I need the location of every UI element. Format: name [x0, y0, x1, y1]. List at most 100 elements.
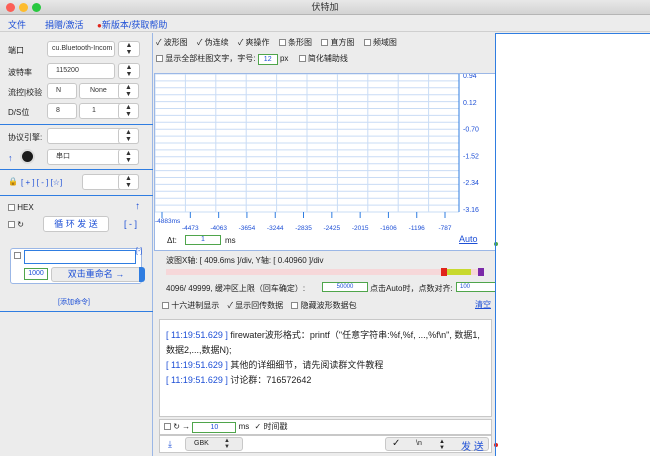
x-tick-label: -1606 — [380, 225, 397, 232]
serial-status-icon[interactable] — [20, 149, 35, 164]
hex-display-option[interactable]: 十六进制显示 — [162, 301, 219, 310]
clear-button[interactable]: 清空 — [475, 299, 491, 310]
protocol-stepper[interactable]: ▲ ▼ — [118, 128, 139, 144]
lock-icon[interactable]: 🔒 — [8, 177, 18, 186]
mode-pseudo-continuous[interactable]: ✓ 伪连续 — [197, 38, 229, 47]
loop-checkbox[interactable]: ↻ — [8, 220, 24, 229]
timed-send-checkbox[interactable] — [164, 423, 171, 431]
mode-waveform[interactable]: ✓ 波形图 — [156, 38, 188, 47]
parity-stepper[interactable]: ▲ ▼ — [118, 83, 139, 99]
title-bar: 伏特加 — [0, 0, 650, 15]
log-entry: [ 11:19:51.629 ] 其他的详细细节，请先阅读群文件教程 — [166, 360, 384, 370]
serial-stepper[interactable]: ▲ ▼ — [118, 149, 139, 165]
menu-donate[interactable]: 捐赠/激活 — [45, 18, 84, 31]
period-input[interactable]: 1000 — [24, 268, 48, 280]
x-tick-label: -3244 — [267, 225, 284, 232]
display-options: 显示全部柱图文字，字号: 12 px 简化辅助线 — [156, 53, 348, 65]
remove-command-button[interactable]: [ - ] — [124, 219, 137, 229]
command-checkbox[interactable] — [14, 252, 21, 259]
mode-easy[interactable]: ✓ 爽操作 — [238, 38, 270, 47]
encoding-stepper[interactable]: ▲ ▼ — [224, 438, 230, 450]
font-size-input[interactable]: 12 — [257, 54, 278, 65]
auto-align-input[interactable]: 100 — [456, 282, 496, 292]
ds-label: D/S位 — [8, 108, 30, 117]
rename-send-button[interactable]: 双击重命名 → — [51, 267, 141, 282]
baud-input[interactable]: 115200 — [47, 63, 115, 79]
loop-send-button[interactable]: 循 环 发 送 — [43, 216, 109, 232]
y-tick-label: 0.12 — [463, 100, 477, 107]
stop-bits-stepper[interactable]: ▲ ▼ — [118, 103, 139, 119]
buffer-end-marker[interactable] — [478, 268, 484, 276]
buffer-input[interactable]: 50000 — [322, 282, 368, 292]
baud-stepper[interactable]: ▲ ▼ — [118, 63, 140, 79]
menu-update[interactable]: ●新版本/获取帮助 — [97, 18, 167, 31]
delta-t-input[interactable]: 1 — [185, 235, 221, 245]
x-tick-label: -2425 — [324, 225, 341, 232]
encoding-select[interactable]: GBK — [185, 437, 243, 451]
mode-bar[interactable]: 条形图 — [278, 38, 312, 47]
minimize-window-button[interactable] — [19, 3, 28, 12]
hex-checkbox[interactable] — [8, 204, 15, 212]
send-controls: ✓ \n ▲ ▼ 发 送 — [385, 437, 489, 453]
echo-option[interactable]: ✓ 显示回传数据 — [227, 301, 283, 310]
log-output[interactable]: [ 11:19:51.629 ] firewater波形格式：printf（"任… — [159, 319, 492, 417]
log-options: 十六进制显示 ✓ 显示回传数据 隐藏波形数据包 — [162, 300, 357, 311]
hide-packet-option[interactable]: 隐藏波形数据包 — [291, 301, 357, 310]
port-label: 端口 — [8, 46, 24, 55]
flow-label: 流控|校验 — [8, 88, 43, 97]
command-remove-button[interactable]: [-] — [136, 248, 142, 255]
show-bar-text-checkbox[interactable] — [156, 55, 163, 63]
waveform-svg: 0.94 0.12 -0.70 -1.52 -2.34 -3.16 -4883ms-447… — [154, 73, 479, 232]
auto-button[interactable]: Auto — [459, 234, 478, 244]
command-buttons[interactable]: [ + ] [ - ] [☆] — [21, 178, 62, 187]
port-stepper[interactable]: ▲ ▼ — [118, 41, 140, 57]
refresh-icon: ↻ — [173, 422, 180, 431]
x-tick-label: -1196 — [409, 225, 426, 232]
mode-frequency[interactable]: 频域图 — [363, 38, 397, 47]
mode-options: ✓ 波形图 ✓ 伪连续 ✓ 爽操作 条形图 直方图 频域图 — [156, 37, 397, 48]
command-scroll-handle[interactable] — [139, 267, 145, 282]
buffer-info: 4096/ 49999, 缓冲区上限（回车确定）: — [166, 284, 306, 293]
x-tick-label: -2835 — [295, 225, 312, 232]
divider — [0, 195, 153, 196]
hex-option[interactable]: HEX — [8, 203, 34, 212]
simplify-checkbox[interactable] — [298, 55, 306, 63]
main-panel: ✓ 波形图 ✓ 伪连续 ✓ 爽操作 条形图 直方图 频域图 显示全部柱图文字，字… — [154, 33, 496, 456]
right-panel — [494, 33, 650, 456]
divider — [0, 169, 153, 170]
send-button[interactable]: 发 送 — [461, 438, 484, 453]
send-period-input[interactable]: 10 — [192, 422, 237, 433]
show-bar-text-label: 显示全部柱图文字，字号: — [165, 54, 256, 63]
line-end-stepper[interactable]: ▲ ▼ — [439, 439, 445, 451]
command-input[interactable] — [24, 250, 136, 264]
baud-label: 波特率 — [8, 68, 32, 77]
x-tick-label: -787 — [438, 225, 451, 232]
waveform-chart[interactable]: 0.94 0.12 -0.70 -1.52 -2.34 -3.16 -4883ms -447… — [154, 73, 496, 251]
close-window-button[interactable] — [6, 3, 15, 12]
arrow-up-icon[interactable]: ↑ — [135, 201, 140, 212]
menu-bar: 文件 捐赠/激活 ●新版本/获取帮助 — [0, 15, 650, 32]
log-entry: [ 11:19:51.629 ] firewater波形格式：printf（"任… — [166, 330, 480, 355]
maximize-window-button[interactable] — [32, 3, 41, 12]
auto-align-label: 点击Auto时，点数对齐: — [370, 284, 453, 293]
timestamp-option[interactable]: ✓ 时间戳 — [255, 422, 288, 431]
line-end-select[interactable]: \n — [416, 440, 422, 447]
px-unit: px — [279, 54, 289, 63]
x-tick-label: -2015 — [352, 225, 369, 232]
y-tick-label: 0.94 — [463, 74, 477, 80]
port-select[interactable]: cu.Bluetooth-Incom — [47, 41, 115, 57]
mode-histogram[interactable]: 直方图 — [321, 38, 354, 47]
divider — [496, 33, 650, 34]
down-arrow-icon[interactable]: ⤓ — [168, 439, 172, 450]
flow-select[interactable]: N — [47, 83, 77, 99]
x-tick-label: -4063 — [210, 225, 227, 232]
newline-checkbox[interactable]: ✓ — [392, 438, 400, 449]
command-group-stepper[interactable]: ▲ ▼ — [118, 174, 139, 190]
right-divider — [495, 33, 496, 456]
menu-file[interactable]: 文件 — [8, 18, 26, 31]
send-options: ↻ → 10 ms ✓ 时间戳 — [159, 419, 492, 435]
add-command-link[interactable]: [添加命令] — [58, 297, 90, 307]
data-bits-select[interactable]: 8 — [47, 103, 77, 119]
arrow-up-icon[interactable]: ↑ — [8, 153, 13, 163]
send-bar: ⤓ GBK ▲ ▼ ✓ \n ▲ ▼ 发 送 — [159, 435, 492, 453]
